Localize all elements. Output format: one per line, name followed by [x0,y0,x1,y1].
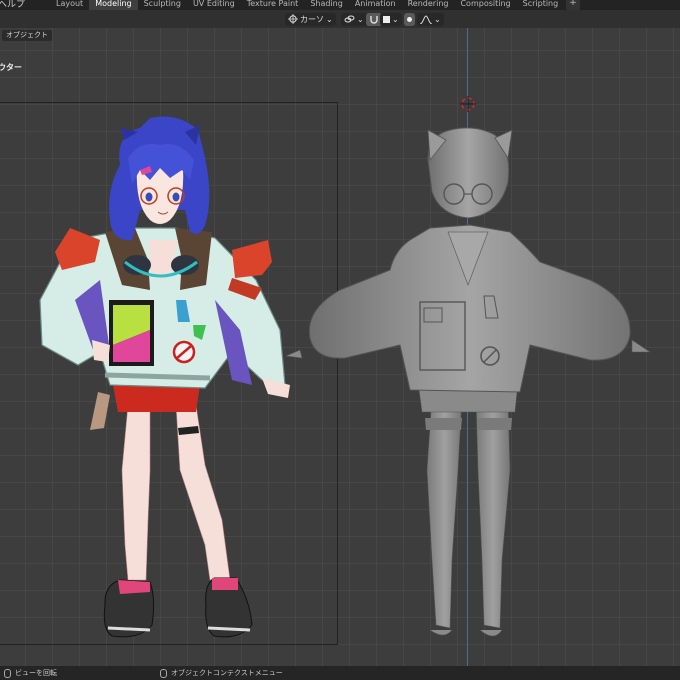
mouse-middle-icon [4,668,11,678]
status-context-menu-hint: オブジェクトコンテクストメニュー [160,668,283,678]
3d-cursor-icon [460,96,476,112]
status-left-text: ビューを回転 [15,669,57,677]
anime-character [39,116,290,638]
status-rotate-hint: ビューを回転 [4,668,57,678]
status-right-text: オブジェクトコンテクストメニュー [171,669,283,677]
mouse-right-icon [160,668,167,678]
character-render [39,96,651,638]
status-bar: ビューを回転 オブジェクトコンテクストメニュー [0,666,680,680]
gray-3d-model [284,127,651,637]
